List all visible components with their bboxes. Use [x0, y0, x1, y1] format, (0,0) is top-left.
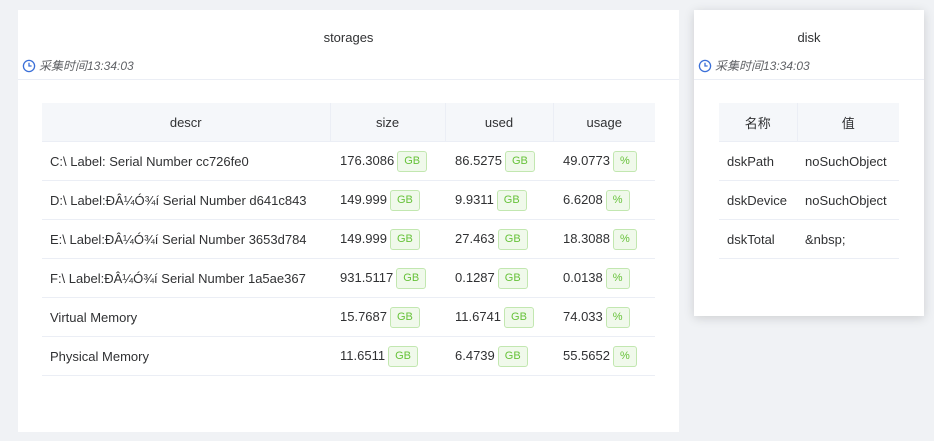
size-value: 11.6511 — [340, 347, 386, 363]
table-row: C:\ Label: Serial Number cc726fe0 176.308… — [42, 141, 655, 181]
unit-tag: GB — [497, 345, 528, 367]
storages-collect-time: 采集时间13:34:03 — [22, 57, 134, 74]
unit-tag: GB — [496, 189, 527, 211]
column-header-name[interactable]: 名称 — [719, 103, 797, 142]
collect-time-text: 采集时间13:34:03 — [715, 59, 810, 73]
usage-value: 6.6208 — [563, 191, 603, 207]
table-row: dskTotal &nbsp; — [719, 219, 899, 259]
cell-used: 6.4739 GB — [445, 336, 553, 376]
cell-size: 15.7687 GB — [330, 297, 445, 337]
table-row: dskDevice noSuchObject — [719, 180, 899, 220]
unit-tag: % — [605, 267, 630, 289]
cell-name: dskPath — [719, 141, 797, 181]
table-row: D:\ Label:ÐÂ¼Ó¾í Serial Number d641c843 1… — [42, 180, 655, 220]
cell-usage: 0.0138% — [553, 258, 655, 298]
storages-title: storages — [323, 30, 374, 45]
disk-card: disk 采集时间13:34:03 名称 值 dskPath noSuchObje… — [694, 10, 924, 316]
cell-size: 149.999 GB — [330, 180, 445, 220]
column-header-value[interactable]: 值 — [796, 103, 899, 142]
table-row: Physical Memory 11.6511 GB 6.4739 GB 55.5652% — [42, 336, 655, 376]
usage-value: 55.5652 — [563, 347, 610, 363]
storages-table: descr size used usage C:\ Label: Serial … — [42, 103, 655, 376]
disk-table: 名称 值 dskPath noSuchObject dskDevice noSuchO… — [719, 103, 899, 259]
table-row: F:\ Label:ÐÂ¼Ó¾í Serial Number 1a5ae367 9… — [42, 258, 655, 298]
unit-tag: GB — [504, 306, 534, 328]
unit-tag: GB — [396, 267, 427, 289]
cell-value: noSuchObject — [797, 180, 899, 220]
cell-descr: F:\ Label:ÐÂ¼Ó¾í Serial Number 1a5ae367 — [42, 258, 330, 298]
header-divider — [694, 79, 924, 80]
cell-used: 86.5275 GB — [445, 141, 553, 181]
cell-size: 149.999 GB — [330, 219, 445, 259]
column-header-usage[interactable]: usage — [552, 103, 655, 142]
unit-tag: % — [605, 306, 630, 328]
cell-usage: 6.6208% — [553, 180, 655, 220]
table-row: dskPath noSuchObject — [719, 141, 899, 181]
cell-descr: Virtual Memory — [42, 297, 330, 337]
unit-tag: GB — [497, 228, 528, 250]
size-value: 15.7687 — [340, 308, 387, 324]
size-value: 149.999 — [340, 191, 387, 207]
table-row: E:\ Label:ÐÂ¼Ó¾í Serial Number 3653d784 1… — [42, 219, 655, 259]
size-value: 176.3086 — [340, 152, 395, 168]
used-value: 27.463 — [455, 230, 495, 246]
usage-value: 49.0773 — [563, 152, 610, 168]
unit-tag: GB — [388, 345, 418, 367]
usage-value: 18.3088 — [563, 230, 610, 246]
used-value: 86.5275 — [455, 152, 502, 168]
disk-title: disk — [797, 30, 821, 45]
used-value: 11.6741 — [455, 308, 502, 324]
cell-used: 9.9311 GB — [445, 180, 553, 220]
column-header-size[interactable]: size — [329, 103, 445, 142]
unit-tag: GB — [390, 189, 420, 211]
cell-value: &nbsp; — [797, 219, 899, 259]
column-header-descr[interactable]: descr — [42, 103, 330, 142]
unit-tag: % — [613, 345, 637, 367]
used-value: 9.9311 — [455, 191, 494, 207]
disk-header-row: 名称 值 — [719, 103, 899, 142]
collect-time-text: 采集时间13:34:03 — [39, 59, 134, 73]
used-value: 0.1287 — [455, 269, 495, 285]
cell-usage: 55.5652% — [553, 336, 655, 376]
cell-descr: C:\ Label: Serial Number cc726fe0 — [42, 141, 330, 181]
storages-card: storages 采集时间13:34:03 descr size used us… — [18, 10, 679, 432]
unit-tag: GB — [390, 228, 420, 250]
cell-used: 27.463 GB — [445, 219, 553, 259]
size-value: 931.5117 — [340, 269, 394, 285]
unit-tag: GB — [505, 150, 535, 172]
unit-tag: GB — [397, 150, 428, 172]
usage-value: 0.0138 — [563, 269, 603, 285]
size-value: 149.999 — [340, 230, 387, 246]
disk-collect-time: 采集时间13:34:03 — [698, 57, 810, 74]
cell-name: dskTotal — [719, 219, 797, 259]
table-row: Virtual Memory 15.7687 GB 11.6741 GB 74.033% — [42, 297, 655, 337]
unit-tag: GB — [390, 306, 420, 328]
clock-icon — [22, 59, 36, 72]
cell-name: dskDevice — [719, 180, 797, 220]
cell-descr: E:\ Label:ÐÂ¼Ó¾í Serial Number 3653d784 — [42, 219, 330, 259]
cell-value: noSuchObject — [797, 141, 899, 181]
cell-size: 11.6511 GB — [330, 336, 445, 376]
clock-icon — [698, 59, 712, 72]
column-header-used[interactable]: used — [444, 103, 553, 142]
cell-usage: 74.033% — [553, 297, 655, 337]
header-divider — [18, 79, 679, 80]
cell-size: 931.5117 GB — [330, 258, 445, 298]
storages-header-row: descr size used usage — [42, 103, 655, 142]
cell-usage: 49.0773% — [553, 141, 655, 181]
unit-tag: % — [613, 228, 637, 250]
used-value: 6.4739 — [455, 347, 495, 363]
cell-size: 176.3086 GB — [330, 141, 445, 181]
unit-tag: % — [605, 189, 630, 211]
unit-tag: GB — [497, 267, 528, 289]
cell-used: 11.6741 GB — [445, 297, 553, 337]
cell-descr: Physical Memory — [42, 336, 330, 376]
unit-tag: % — [613, 150, 637, 172]
cell-usage: 18.3088% — [553, 219, 655, 259]
usage-value: 74.033 — [563, 308, 603, 324]
cell-descr: D:\ Label:ÐÂ¼Ó¾í Serial Number d641c843 — [42, 180, 330, 220]
cell-used: 0.1287 GB — [445, 258, 553, 298]
